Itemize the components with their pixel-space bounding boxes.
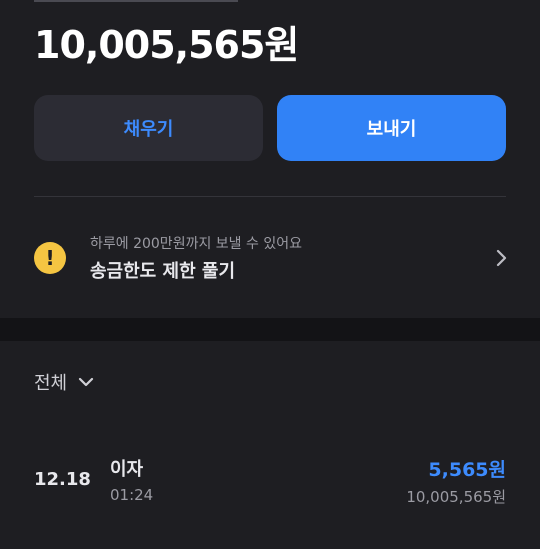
filter-dropdown[interactable]: 전체 xyxy=(34,369,95,395)
limit-title: 송금한도 제한 풀기 xyxy=(90,261,236,282)
section-gap xyxy=(0,318,540,341)
fill-button[interactable]: 채우기 xyxy=(34,95,263,161)
section-divider xyxy=(34,196,506,197)
limit-subtitle: 하루에 200만원까지 보낼 수 있어요 xyxy=(90,236,302,252)
transaction-amount: 5,565원 xyxy=(428,459,506,481)
transaction-row[interactable]: 12.18 이자 01:24 5,565원 10,005,565원 xyxy=(0,449,540,509)
warning-icon: ! xyxy=(34,242,66,274)
chevron-down-icon xyxy=(79,377,94,387)
transaction-time: 01:24 xyxy=(110,486,154,504)
transaction-list: 전체 12.18 이자 01:24 5,565원 10,005,565원 xyxy=(0,341,540,549)
transaction-date: 12.18 xyxy=(34,469,91,490)
account-balance: 10,005,565원 xyxy=(34,23,299,67)
account-summary: 10,005,565원 채우기 보내기 ! 하루에 200만원까지 보낼 수 있… xyxy=(0,0,540,318)
transfer-limit-row[interactable]: ! 하루에 200만원까지 보낼 수 있어요 송금한도 제한 풀기 xyxy=(0,222,540,294)
top-divider xyxy=(34,0,238,2)
filter-label: 전체 xyxy=(34,373,68,394)
transaction-balance-after: 10,005,565원 xyxy=(406,488,506,506)
chevron-right-icon xyxy=(496,249,507,267)
send-button[interactable]: 보내기 xyxy=(277,95,506,161)
transaction-title: 이자 xyxy=(110,459,144,480)
